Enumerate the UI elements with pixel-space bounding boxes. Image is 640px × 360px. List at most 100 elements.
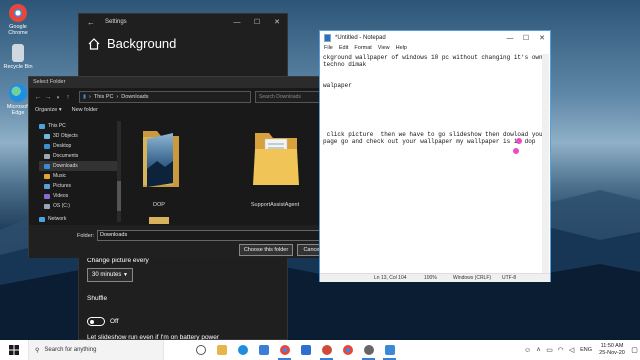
nav-item-label: Videos xyxy=(53,193,69,199)
folder-with-picture-icon xyxy=(143,131,179,187)
nav-item-os-c[interactable]: OS (C:) xyxy=(39,201,119,211)
search-input[interactable]: Search Downloads xyxy=(255,91,323,103)
vertical-scrollbar[interactable] xyxy=(542,54,549,273)
drive-icon xyxy=(44,203,50,209)
search-placeholder: Search Downloads xyxy=(259,94,301,100)
nav-item-pictures[interactable]: Pictures xyxy=(39,181,119,191)
chrome-icon xyxy=(9,4,27,22)
taskbar-app-file-explorer[interactable] xyxy=(211,340,232,360)
chrome-icon xyxy=(342,345,353,355)
taskbar-app-edge[interactable] xyxy=(232,340,253,360)
minimize-icon[interactable]: — xyxy=(227,19,247,26)
back-arrow-icon[interactable]: ← xyxy=(33,94,43,101)
chevron-right-icon: › xyxy=(116,94,119,100)
video-icon xyxy=(44,193,50,199)
notepad-title: *Untitled - Notepad xyxy=(335,35,386,41)
taskbar-app-store[interactable] xyxy=(253,340,274,360)
taskbar-app-media[interactable] xyxy=(316,340,337,360)
navigation-pane: This PC 3D Objects Desktop Documents Dow… xyxy=(39,121,119,224)
notepad-window: *Untitled - Notepad — ☐ ✕ File Edit Form… xyxy=(319,30,551,282)
taskbar-app-settings[interactable] xyxy=(358,340,379,360)
network-icon[interactable]: ◠ xyxy=(555,346,566,354)
close-icon[interactable]: ✕ xyxy=(267,18,287,26)
desktop-icon-recycle-bin[interactable]: Recycle Bin xyxy=(2,44,34,70)
change-picture-label: Change picture every xyxy=(87,257,149,264)
folder-icon xyxy=(216,345,227,355)
chevron-up-icon[interactable]: ˄ xyxy=(533,347,544,354)
clock[interactable]: 11:50 AM 25-Nov-20 xyxy=(595,343,629,357)
folder-with-documents-icon xyxy=(253,133,299,185)
new-folder-button[interactable]: New folder xyxy=(72,107,98,113)
cube-icon xyxy=(44,133,50,139)
nav-item-this-pc[interactable]: This PC xyxy=(39,121,119,131)
settings-heading: Background xyxy=(87,36,287,51)
taskbar-task-view[interactable] xyxy=(190,340,211,360)
shuffle-state: Off xyxy=(110,318,119,325)
forward-arrow-icon[interactable]: → xyxy=(43,94,53,101)
taskbar-search[interactable]: ⚲ Search for anything xyxy=(28,340,164,360)
shuffle-label: Shuffle xyxy=(87,295,108,302)
menu-format[interactable]: Format xyxy=(354,45,371,54)
nav-item-desktop[interactable]: Desktop xyxy=(39,141,119,151)
status-encoding: UTF-8 xyxy=(502,275,517,281)
interval-dropdown[interactable]: 30 minutes ▼ xyxy=(87,268,133,282)
settings-title: Settings xyxy=(105,19,127,25)
desktop-icon-label: Recycle Bin xyxy=(3,64,33,70)
minimize-icon[interactable]: — xyxy=(502,35,518,42)
scrollbar-thumb[interactable] xyxy=(117,181,121,211)
menu-edit[interactable]: Edit xyxy=(339,45,348,54)
chevron-down-icon[interactable]: ▾ xyxy=(53,95,63,101)
folder-item-dop[interactable]: DOP xyxy=(123,125,195,208)
edge-icon xyxy=(9,84,27,102)
nav-item-documents[interactable]: Documents xyxy=(39,151,119,161)
notification-icon[interactable]: ▢ xyxy=(629,346,640,354)
computer-icon xyxy=(39,123,45,129)
menu-view[interactable]: View xyxy=(378,45,390,54)
music-icon xyxy=(44,173,50,179)
windows-logo-icon xyxy=(9,345,19,355)
taskbar-app-notepad[interactable] xyxy=(379,340,400,360)
nav-item-videos[interactable]: Videos xyxy=(39,191,119,201)
nav-item-network[interactable]: Network xyxy=(39,214,119,224)
nav-item-label: This PC xyxy=(48,123,66,129)
clock-time: 11:50 AM xyxy=(600,343,624,349)
volume-icon[interactable]: ◁ xyxy=(566,346,577,354)
nav-item-3d-objects[interactable]: 3D Objects xyxy=(39,131,119,141)
media-icon xyxy=(321,345,332,355)
breadcrumb-downloads[interactable]: Downloads xyxy=(121,94,148,100)
back-arrow-icon[interactable]: ← xyxy=(87,18,99,27)
close-icon[interactable]: ✕ xyxy=(534,34,550,42)
taskbar-app-chrome[interactable] xyxy=(274,340,295,360)
nav-item-music[interactable]: Music xyxy=(39,171,119,181)
nav-item-downloads[interactable]: Downloads xyxy=(39,161,119,171)
address-bar[interactable]: ▮ › This PC › Downloads xyxy=(79,91,251,103)
breadcrumb-this-pc[interactable]: This PC xyxy=(94,94,114,100)
folder-item-supportassistagent[interactable]: SupportAssistAgent xyxy=(239,125,311,208)
download-icon xyxy=(44,163,50,169)
notepad-menubar: File Edit Format View Help xyxy=(320,45,550,54)
status-position: Ln 13, Col 104 xyxy=(374,275,407,281)
organize-button[interactable]: Organize ▾ xyxy=(35,107,62,113)
menu-help[interactable]: Help xyxy=(396,45,407,54)
language-indicator[interactable]: ENG xyxy=(580,347,592,353)
desktop-icon-label: Google Chrome xyxy=(8,24,28,36)
menu-file[interactable]: File xyxy=(324,45,333,54)
nav-scrollbar[interactable] xyxy=(117,121,121,222)
taskbar-app-chrome-2[interactable] xyxy=(337,340,358,360)
maximize-icon[interactable]: ☐ xyxy=(518,34,534,42)
choose-folder-button[interactable]: Choose this folder xyxy=(239,244,293,256)
notepad-text-area[interactable]: ckground wallpaper of windows 10 pc with… xyxy=(323,54,542,273)
home-icon[interactable] xyxy=(87,37,101,51)
up-arrow-icon[interactable]: ↑ xyxy=(63,94,73,101)
search-placeholder: Search for anything xyxy=(44,347,97,353)
start-button[interactable] xyxy=(0,340,28,360)
battery-icon[interactable]: ▭ xyxy=(544,346,555,354)
shuffle-toggle[interactable] xyxy=(87,317,105,326)
folder-input[interactable]: Downloads xyxy=(97,230,325,241)
person-icon[interactable]: ☺ xyxy=(522,347,533,354)
maximize-icon[interactable]: ☐ xyxy=(247,18,267,26)
folder-item-partial[interactable] xyxy=(149,217,169,224)
taskbar-app-photos[interactable] xyxy=(295,340,316,360)
folder-field-label: Folder: xyxy=(77,233,95,239)
desktop-icon-chrome[interactable]: Google Chrome xyxy=(2,4,34,36)
